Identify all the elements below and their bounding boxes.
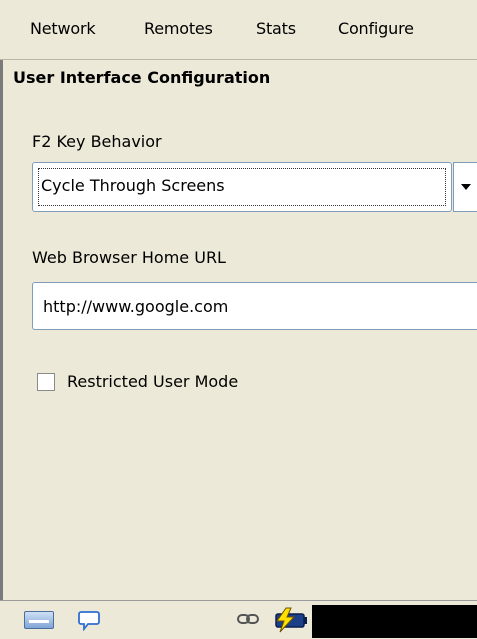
section-title: User Interface Configuration xyxy=(13,68,271,87)
menu-item-stats[interactable]: Stats xyxy=(256,19,296,38)
keyboard-icon[interactable] xyxy=(24,611,54,629)
home-url-label: Web Browser Home URL xyxy=(32,248,226,267)
link-icon xyxy=(237,614,259,624)
home-url-input[interactable] xyxy=(32,282,477,330)
battery-charging-icon xyxy=(275,607,307,633)
chat-bubble-icon[interactable] xyxy=(78,609,100,631)
f2-key-behavior-label: F2 Key Behavior xyxy=(32,132,162,151)
status-display-area xyxy=(312,605,477,638)
chevron-down-icon xyxy=(461,184,471,190)
menu-item-remotes[interactable]: Remotes xyxy=(144,19,213,38)
f2-key-behavior-select[interactable]: Cycle Through Screens xyxy=(32,162,452,212)
menu-bar: Network Remotes Stats Configure xyxy=(0,0,477,60)
menu-item-network[interactable]: Network xyxy=(30,19,96,38)
f2-key-behavior-value: Cycle Through Screens xyxy=(41,176,225,195)
dropdown-button[interactable] xyxy=(453,162,477,212)
restricted-user-mode-checkbox[interactable] xyxy=(37,373,55,391)
restricted-user-mode-label[interactable]: Restricted User Mode xyxy=(67,372,238,391)
taskbar xyxy=(0,600,477,639)
menu-item-configure[interactable]: Configure xyxy=(338,19,414,38)
configuration-panel: User Interface Configuration F2 Key Beha… xyxy=(0,60,477,600)
